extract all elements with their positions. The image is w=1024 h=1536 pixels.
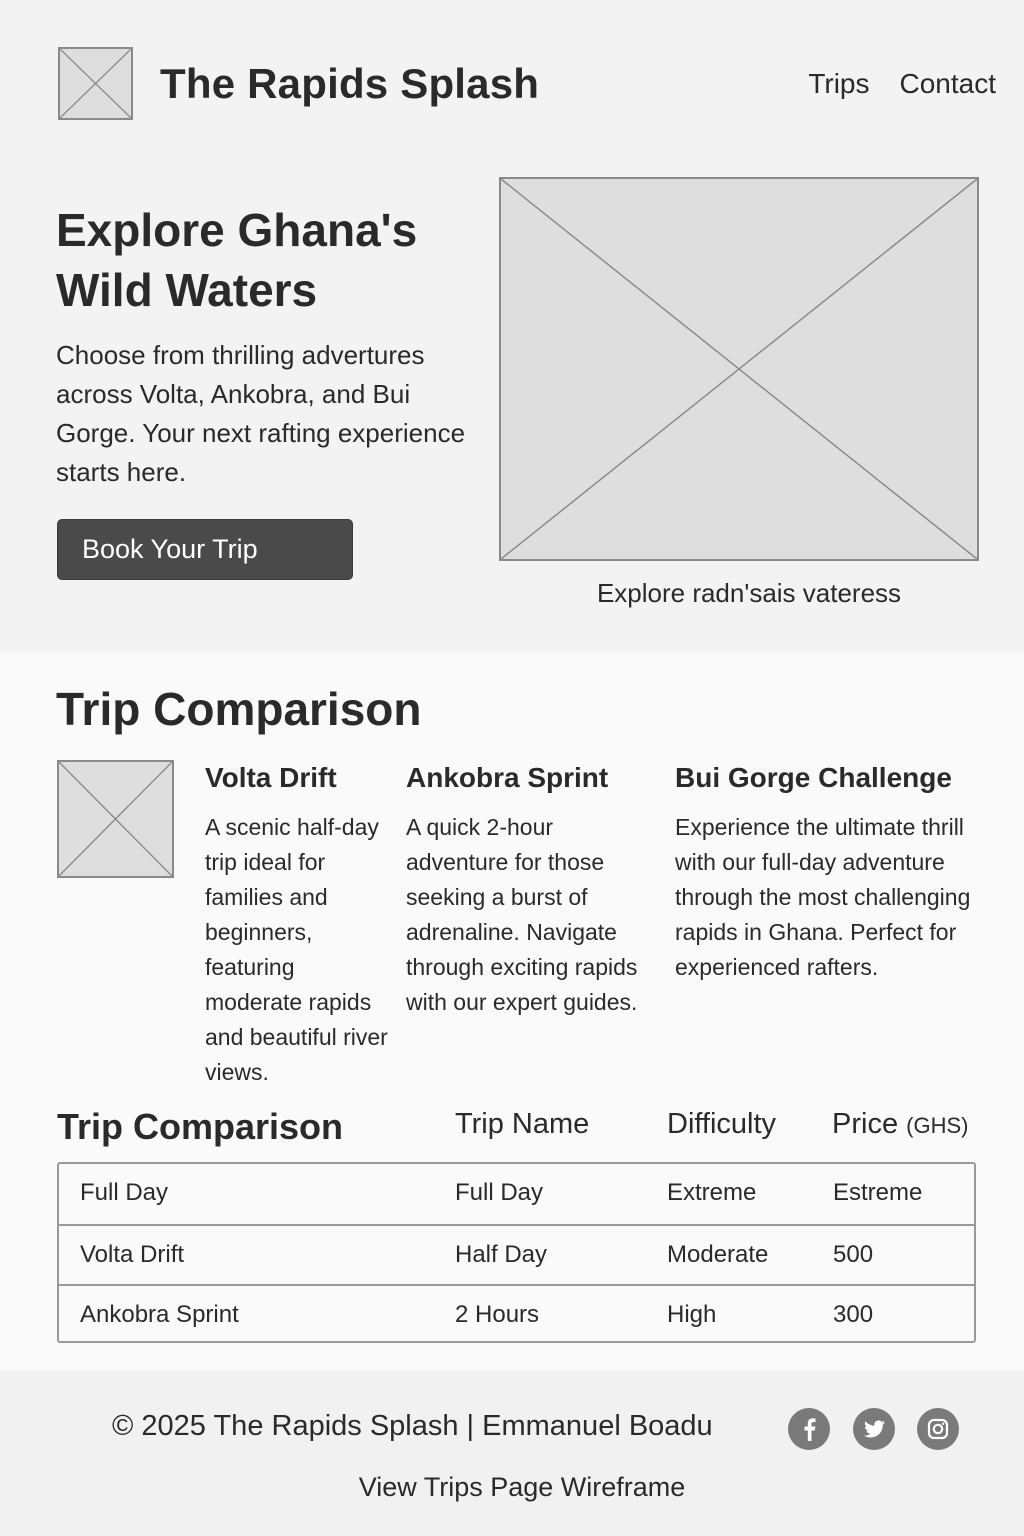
table-cell: Extreme — [667, 1179, 757, 1206]
price-unit: (GHS) — [906, 1113, 969, 1138]
hero-image-caption: Explore radn'sais vateress — [596, 578, 902, 608]
table-cell: 300 — [833, 1301, 874, 1328]
trip-name: Volta Drift — [205, 762, 337, 793]
hero-image-placeholder — [499, 177, 979, 561]
table-cell: Full Day — [80, 1179, 169, 1206]
table-title: Trip Comparison — [57, 1106, 344, 1147]
trip-comparison-table: Full Day Full Day Extreme Estreme Volta … — [57, 1162, 976, 1343]
twitter-icon[interactable] — [853, 1408, 895, 1450]
table-cell: 2 Hours — [455, 1301, 540, 1328]
price-label: Price — [832, 1108, 899, 1140]
comparison-title: Trip Comparison — [56, 683, 422, 735]
table-cell: Estreme — [833, 1179, 923, 1206]
trip-card-ankobra: Ankobra Sprint A quick 2-hour adventure … — [406, 760, 661, 1020]
logo-placeholder[interactable] — [58, 47, 133, 120]
table-cell: 500 — [833, 1241, 874, 1268]
trip-image-placeholder — [57, 760, 174, 878]
table-cell: Full Day — [455, 1179, 544, 1206]
book-trip-button[interactable]: Book Your Trip — [57, 519, 353, 580]
table-row: Volta Drift Half Day Moderate 500 — [59, 1224, 974, 1284]
hero-text: Choose from thrilling advertures across … — [56, 340, 466, 487]
site-footer — [0, 1370, 1024, 1536]
table-row: Ankobra Sprint 2 Hours High 300 — [59, 1284, 974, 1344]
table-row: Full Day Full Day Extreme Estreme — [59, 1164, 974, 1224]
table-cell: Ankobra Sprint — [80, 1301, 239, 1328]
view-trips-wireframe-link[interactable]: View Trips Page Wireframe — [0, 1472, 1024, 1503]
nav-contact-link[interactable]: Contact — [900, 68, 997, 100]
copyright-text: © 2025 The Rapids Splash | Emmanuel Boad… — [112, 1410, 713, 1442]
trip-description: Experience the ultimate thrill with our … — [675, 814, 971, 980]
table-cell: Volta Drift — [80, 1241, 185, 1268]
table-header-difficulty: Difficulty — [667, 1108, 777, 1140]
trip-name: Ankobra Sprint — [406, 762, 609, 793]
hero-title: Explore Ghana's Wild Waters — [56, 204, 418, 316]
trip-description: A scenic half-day trip ideal for familie… — [205, 814, 388, 1085]
trip-description: A quick 2-hour adventure for those seeki… — [406, 814, 638, 1015]
table-cell: High — [667, 1301, 717, 1328]
table-header-price: Price (GHS) — [832, 1108, 968, 1141]
facebook-icon[interactable] — [788, 1408, 830, 1450]
trip-card-volta: Volta Drift A scenic half-day trip ideal… — [205, 760, 395, 1090]
main-nav: Trips Contact — [808, 68, 996, 100]
nav-trips-link[interactable]: Trips — [808, 68, 869, 100]
instagram-icon[interactable] — [917, 1408, 959, 1450]
table-cell: Half Day — [455, 1241, 548, 1268]
table-header-name: Trip Name — [455, 1108, 590, 1140]
trip-name: Bui Gorge Challenge — [675, 762, 952, 793]
site-title: The Rapids Splash — [160, 60, 540, 107]
trip-card-bui: Bui Gorge Challenge Experience the ultim… — [675, 760, 985, 985]
table-cell: Moderate — [667, 1241, 769, 1268]
